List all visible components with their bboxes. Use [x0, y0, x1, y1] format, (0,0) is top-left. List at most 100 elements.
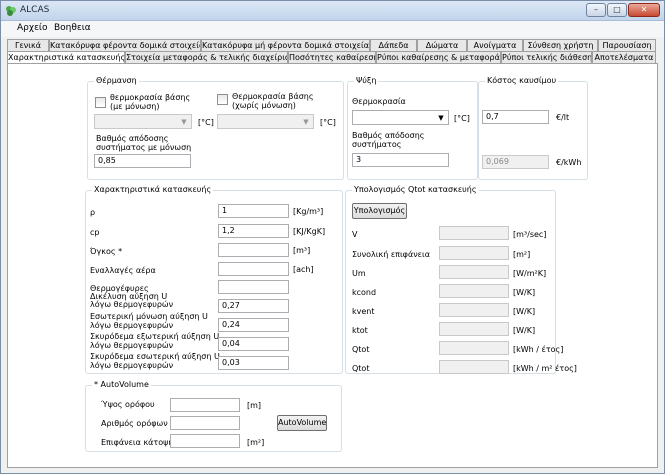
tab-panel: Θέρμανση θερμοκρασία βάσης (με μόνωση) Θ…: [7, 63, 658, 468]
kvent-output: [439, 303, 509, 317]
minimize-button[interactable]: –: [586, 3, 606, 17]
autovolume-group: * AutoVolume Ύψος ορόφου [m] Αριθμός ορό…: [85, 380, 342, 452]
heating-efficiency-sublabel: συστήματος με μόνωση: [96, 143, 192, 152]
cooling-efficiency-input[interactable]: 3: [352, 153, 449, 167]
internal-insulation-u-increase-sublabel: λόγω θερμογεφυρών: [90, 321, 174, 330]
air-changes-label: Εναλλαγές αέρα: [90, 266, 156, 275]
qtot-per-m2-output: [439, 360, 509, 374]
internal-insulation-u-increase-label: Εσωτερική μόνωση αύξηση U: [90, 312, 208, 321]
cooling-efficiency-label: Βαθμός απόδοσης: [352, 131, 425, 140]
internal-insulation-u-increase-input[interactable]: 0,24: [218, 318, 289, 332]
cp-label: cp: [90, 228, 100, 237]
maximize-button[interactable]: □: [607, 3, 627, 17]
menu-bar: Αρχείο Βοηθεια: [1, 21, 664, 37]
cooling-group: Ψύξη Θερμοκρασία ▼ [°C] Βαθμός απόδοσης …: [347, 76, 478, 180]
heating-title: Θέρμανση: [94, 76, 139, 85]
volume-label: Όγκος *: [90, 247, 123, 256]
density-unit: [Kg/m³]: [293, 207, 324, 216]
chevron-down-icon: ▼: [181, 118, 187, 126]
density-label: ρ: [90, 208, 96, 217]
qtot-annual-output: [439, 341, 509, 355]
kvent-label: kvent: [352, 307, 375, 316]
cavity-u-increase-input[interactable]: 0,27: [218, 299, 289, 313]
characteristics-group: Χαρακτηριστικά κατασκευής ρ 1 [Kg/m³] cp…: [85, 185, 343, 374]
fuel-cost-per-litre-unit: €/lt: [556, 113, 570, 122]
kcond-label: kcond: [352, 288, 377, 297]
fuel-cost-per-kwh-input: 0,069: [482, 155, 549, 169]
base-temp-uninsulated-checkbox[interactable]: [217, 94, 228, 105]
cooling-title: Ψύξη: [354, 76, 379, 85]
total-surface-label: Συνολική επιφάνεια: [352, 250, 430, 259]
fuel-cost-per-kwh-unit: €/kWh: [556, 158, 582, 167]
plan-area-unit: [m²]: [247, 438, 265, 447]
qtot-v-output: [439, 226, 509, 240]
characteristics-title: Χαρακτηριστικά κατασκευής: [92, 185, 214, 194]
plan-area-label: Επιφάνεια κάτοψης: [101, 438, 179, 447]
qtot-v-unit: [m³/sec]: [513, 230, 547, 239]
base-temp-insulated-sublabel: (με μόνωση): [110, 102, 160, 111]
density-input[interactable]: 1: [218, 204, 289, 218]
autovolume-button[interactable]: AutoVolume: [277, 415, 327, 431]
um-output: [439, 265, 509, 279]
kvent-unit: [W/K]: [513, 307, 536, 316]
base-temp-insulated-checkbox[interactable]: [95, 97, 106, 108]
calculate-button[interactable]: Υπολογισμός: [352, 203, 407, 219]
app-logo-icon: [6, 6, 16, 16]
concrete-external-u-increase-label: Σκυρόδεμα εξωτερική αύξηση U: [90, 332, 220, 341]
base-temp-insulated-unit: [°C]: [198, 118, 214, 127]
chevron-down-icon: ▼: [438, 114, 444, 122]
cooling-temp-select[interactable]: ▼: [352, 110, 449, 125]
kcond-output: [439, 284, 509, 298]
concrete-internal-u-increase-sublabel: λόγω θερμογεφυρών: [90, 361, 174, 370]
air-changes-input[interactable]: [218, 262, 289, 276]
qtot-annual-label: Qtot: [352, 345, 370, 354]
qtot-per-m2-unit: [kWh / m² έτος]: [513, 364, 577, 373]
qtot-per-m2-label: Qtot: [352, 364, 370, 373]
ktot-unit: [W/K]: [513, 326, 536, 335]
total-surface-output: [439, 246, 509, 260]
close-button[interactable]: ✕: [628, 3, 660, 17]
cp-unit: [KJ/KgK]: [293, 227, 326, 236]
concrete-internal-u-increase-input[interactable]: 0,03: [218, 356, 289, 370]
fuel-cost-title: Κόστος καυσίμου: [485, 76, 559, 85]
heating-efficiency-label: Βαθμός απόδοσης: [96, 134, 169, 143]
base-temp-uninsulated-unit: [°C]: [320, 118, 336, 127]
kcond-unit: [W/K]: [513, 288, 536, 297]
qtot-annual-unit: [kWh / έτος]: [513, 345, 564, 354]
cooling-temp-label: Θερμοκρασία: [352, 97, 406, 106]
base-temp-insulated-label: θερμοκρασία βάσης: [110, 93, 191, 102]
base-temp-insulated-select[interactable]: ▼: [94, 114, 192, 129]
qtot-title: Υπολογισμός Qtot κατασκευής: [352, 185, 479, 194]
app-window: ALCAS – □ ✕ Αρχείο Βοηθεια Γενικά Κατακό…: [0, 0, 665, 474]
floor-height-label: Ύψος ορόφου: [101, 400, 155, 409]
base-temp-uninsulated-select[interactable]: ▼: [217, 114, 314, 129]
autovolume-title: * AutoVolume: [92, 380, 151, 389]
title-bar: ALCAS – □ ✕: [1, 1, 664, 21]
floor-height-unit: [m]: [247, 401, 262, 410]
ktot-label: ktot: [352, 326, 368, 335]
cp-input[interactable]: 1,2: [218, 224, 289, 238]
base-temp-uninsulated-label: Θερμοκρασία βάσης: [232, 92, 314, 101]
volume-unit: [m³]: [293, 246, 311, 255]
cavity-u-increase-sublabel: λόγω θερμογεφυρών: [90, 300, 174, 309]
fuel-cost-group: Κόστος καυσίμου 0,7 €/lt 0,069 €/kWh: [478, 76, 588, 180]
heating-efficiency-input[interactable]: 0,85: [94, 154, 191, 168]
base-temp-uninsulated-sublabel: (χωρίς μόνωση): [232, 101, 296, 110]
chevron-down-icon: ▼: [303, 118, 309, 126]
concrete-internal-u-increase-label: Σκυρόδεμα εσωτερική αύξηση U: [90, 352, 220, 361]
concrete-external-u-increase-input[interactable]: 0,04: [218, 337, 289, 351]
floor-count-input[interactable]: [170, 416, 240, 430]
floor-height-input[interactable]: [170, 398, 240, 412]
um-unit: [W/m²K]: [513, 269, 547, 278]
cooling-efficiency-sublabel: συστήματος: [352, 140, 402, 149]
volume-input[interactable]: [218, 243, 289, 257]
window-title: ALCAS: [20, 5, 50, 15]
menu-file[interactable]: Αρχείο: [17, 23, 48, 33]
fuel-cost-per-litre-input[interactable]: 0,7: [482, 110, 549, 124]
thermal-bridges-input[interactable]: [218, 280, 289, 294]
plan-area-input[interactable]: [170, 434, 240, 448]
air-changes-unit: [ach]: [293, 265, 314, 274]
floor-count-label: Αριθμός ορόφων: [101, 419, 168, 428]
menu-help[interactable]: Βοηθεια: [54, 23, 91, 33]
heating-group: Θέρμανση θερμοκρασία βάσης (με μόνωση) Θ…: [87, 76, 344, 180]
